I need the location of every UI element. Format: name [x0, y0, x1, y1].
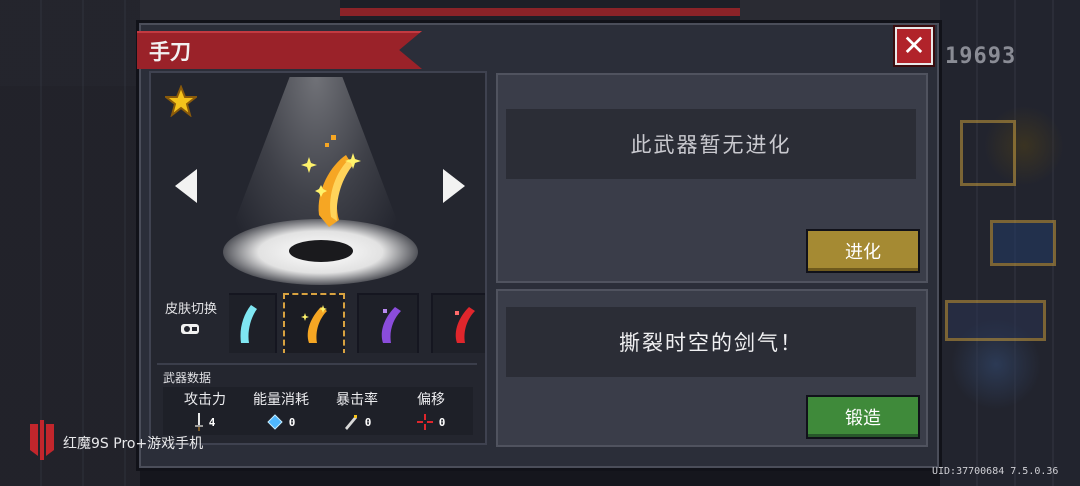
- weapon-preview-panel: 皮肤切换 武器数据 攻击力 4 能量消耗 0 暴击率 0 偏移 0: [149, 71, 487, 445]
- stats-title: 武器数据: [163, 371, 212, 385]
- stat-attack: 攻击力 4: [165, 389, 245, 431]
- evolve-button[interactable]: 进化: [806, 229, 920, 273]
- weapon-shadow: [289, 240, 353, 262]
- skin-toggle-icon[interactable]: [179, 321, 201, 337]
- close-button[interactable]: ✕: [895, 27, 933, 65]
- crit-icon: [344, 415, 357, 430]
- background-top-bar: [340, 0, 740, 20]
- title-ribbon: 手刀: [137, 31, 425, 72]
- brand-logo-icon: [30, 420, 54, 460]
- cyan-slash-icon: [240, 305, 257, 343]
- stat-crit-rate: 暴击率 0: [317, 389, 397, 431]
- stat-label: 偏移: [417, 392, 445, 408]
- favorite-star-icon[interactable]: [165, 85, 197, 117]
- gold-slash-icon: [301, 305, 327, 343]
- stat-value: 4: [208, 415, 216, 429]
- red-slash-icon: [455, 307, 475, 343]
- weapon-detail-dialog: 手刀 ✕ 皮肤切换 武器数据 攻击力 4 能量消耗 0 暴击率 0 偏移 0 此…: [136, 20, 942, 471]
- stats-box: 攻击力 4 能量消耗 0 暴击率 0 偏移 0: [163, 387, 473, 435]
- stat-label: 能量消耗: [253, 392, 309, 408]
- skin-carousel[interactable]: [229, 291, 485, 353]
- crosshair-icon: [416, 414, 433, 430]
- stat-label: 暴击率: [336, 392, 378, 408]
- description-panel: 撕裂时空的剑气！ 锻造: [496, 289, 928, 447]
- stat-value: 0: [288, 415, 296, 429]
- evolution-text: 此武器暂无进化: [630, 133, 792, 157]
- evolution-info: 此武器暂无进化: [506, 109, 916, 179]
- weapon-description: 撕裂时空的剑气！: [619, 331, 803, 355]
- stat-deviation: 偏移 0: [391, 389, 471, 431]
- brand-watermark-text: 红魔9S Pro+游戏手机: [63, 436, 204, 452]
- uid-label: UID:37700684 7.5.0.36: [932, 466, 1059, 477]
- forge-button[interactable]: 锻造: [806, 395, 920, 439]
- description-box: 撕裂时空的剑气！: [506, 307, 916, 377]
- previous-weapon-arrow-icon[interactable]: [175, 169, 197, 203]
- stat-label: 攻击力: [184, 392, 226, 408]
- background-left-wall: [0, 0, 140, 486]
- skin-switch-label: 皮肤切换: [165, 302, 218, 317]
- sword-icon: [194, 413, 203, 431]
- skin-option-red[interactable]: [431, 293, 485, 353]
- background-frame: [960, 120, 1016, 186]
- weapon-title: 手刀: [149, 40, 191, 64]
- weapon-stats-section: 武器数据 攻击力 4 能量消耗 0 暴击率 0 偏移 0: [157, 363, 477, 440]
- purple-slash-icon: [381, 307, 401, 343]
- stat-energy-cost: 能量消耗 0: [241, 389, 321, 431]
- background-shelf: [945, 300, 1046, 341]
- weapon-slash-icon: [301, 135, 361, 227]
- energy-crystal-icon: [266, 414, 283, 430]
- skin-option-cyan[interactable]: [229, 293, 277, 353]
- stat-value: 0: [364, 415, 372, 429]
- background-display-case: [990, 220, 1056, 266]
- background-right-scene: [940, 0, 1080, 486]
- skin-option-purple[interactable]: [357, 293, 419, 353]
- stat-value: 0: [438, 415, 446, 429]
- background-score: 19693: [945, 44, 1017, 69]
- skin-option-gold[interactable]: [283, 293, 345, 353]
- next-weapon-arrow-icon[interactable]: [443, 169, 465, 203]
- evolution-panel: 此武器暂无进化 进化: [496, 73, 928, 283]
